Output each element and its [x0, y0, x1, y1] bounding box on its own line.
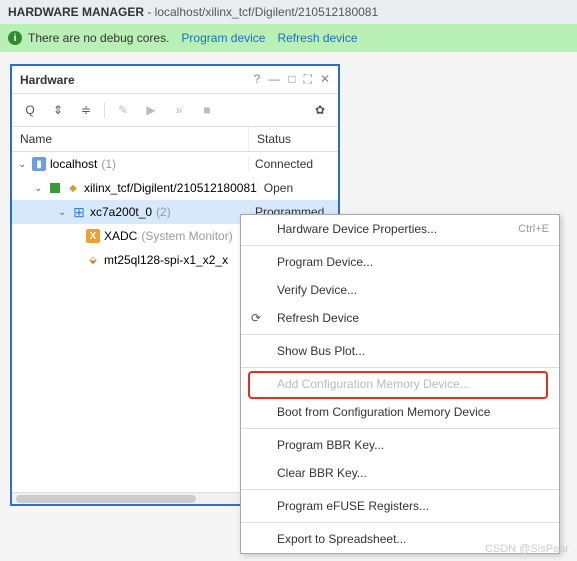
- node-label: XADC: [104, 229, 137, 243]
- info-banner: i There are no debug cores. Program devi…: [0, 24, 577, 52]
- node-hint: (System Monitor): [141, 229, 232, 243]
- edit-button[interactable]: ✎: [111, 99, 135, 121]
- xadc-icon: X: [86, 229, 100, 243]
- scrollbar-thumb[interactable]: [16, 495, 196, 503]
- search-button[interactable]: Q: [18, 99, 42, 121]
- panel-title: Hardware: [20, 73, 75, 87]
- maximize-icon[interactable]: ⛶: [304, 72, 312, 87]
- chip-icon: ⊞: [72, 205, 86, 219]
- board-icon: [48, 181, 62, 195]
- app-header: HARDWARE MANAGER - localhost/xilinx_tcf/…: [0, 0, 577, 24]
- menu-boot-config-memory[interactable]: Boot from Configuration Memory Device: [241, 398, 559, 426]
- status-cell: Open: [257, 181, 338, 195]
- menu-label: Show Bus Plot...: [277, 344, 365, 358]
- panel-titlebar: Hardware ? — □ ⛶ ✕: [12, 66, 338, 94]
- column-status[interactable]: Status: [248, 127, 338, 151]
- menu-separator: [241, 334, 559, 335]
- menu-verify-device[interactable]: Verify Device...: [241, 276, 559, 304]
- menu-label: Clear BBR Key...: [277, 466, 367, 480]
- node-count: (2): [156, 205, 171, 219]
- chevron-down-icon[interactable]: ⌄: [18, 159, 28, 170]
- menu-label: Verify Device...: [277, 283, 357, 297]
- menu-separator: [241, 522, 559, 523]
- node-count: (1): [101, 157, 116, 171]
- chevron-down-icon[interactable]: ⌄: [58, 207, 68, 218]
- collapse-button[interactable]: ⇕: [46, 99, 70, 121]
- server-icon: ▮: [32, 157, 46, 171]
- menu-show-bus-plot[interactable]: Show Bus Plot...: [241, 337, 559, 365]
- step-button[interactable]: »: [167, 99, 191, 121]
- menu-label: Refresh Device: [277, 311, 359, 325]
- info-icon: i: [8, 31, 22, 45]
- node-label: localhost: [50, 157, 97, 171]
- header-path: - localhost/xilinx_tcf/Digilent/21051218…: [144, 5, 378, 19]
- menu-label: Program BBR Key...: [277, 438, 384, 452]
- menu-label: Program Device...: [277, 255, 373, 269]
- status-cell: Connected: [248, 157, 338, 171]
- menu-separator: [241, 245, 559, 246]
- menu-hw-properties[interactable]: Hardware Device Properties... Ctrl+E: [241, 215, 559, 243]
- restore-icon[interactable]: □: [288, 72, 295, 87]
- node-label: xc7a200t_0: [90, 205, 152, 219]
- context-menu: Hardware Device Properties... Ctrl+E Prog…: [240, 214, 560, 554]
- memory-icon: ⬙: [86, 253, 100, 267]
- menu-label: Boot from Configuration Memory Device: [277, 405, 490, 419]
- minimize-icon[interactable]: —: [268, 72, 280, 87]
- menu-clear-bbr[interactable]: Clear BBR Key...: [241, 459, 559, 487]
- column-headers: Name Status: [12, 127, 338, 152]
- menu-label: Program eFUSE Registers...: [277, 499, 429, 513]
- expand-button[interactable]: ≑: [74, 99, 98, 121]
- menu-separator: [241, 428, 559, 429]
- window-controls: ? — □ ⛶ ✕: [254, 72, 330, 87]
- toolbar: Q ⇕ ≑ ✎ ▶ » ■ ✿: [12, 94, 338, 127]
- close-icon[interactable]: ✕: [320, 72, 330, 87]
- menu-program-efuse[interactable]: Program eFUSE Registers...: [241, 492, 559, 520]
- banner-message: There are no debug cores.: [28, 31, 169, 45]
- tree-row-localhost[interactable]: ⌄ ▮ localhost (1) Connected: [12, 152, 338, 176]
- menu-separator: [241, 367, 559, 368]
- menu-program-device[interactable]: Program Device...: [241, 248, 559, 276]
- menu-label: Add Configuration Memory Device...: [277, 377, 470, 391]
- node-label: xilinx_tcf/Digilent/210512180081: [84, 181, 257, 195]
- menu-program-bbr[interactable]: Program BBR Key...: [241, 431, 559, 459]
- run-button[interactable]: ▶: [139, 99, 163, 121]
- stop-button[interactable]: ■: [195, 99, 219, 121]
- refresh-device-link[interactable]: Refresh device: [277, 31, 357, 45]
- separator: [104, 102, 105, 118]
- menu-label: Hardware Device Properties...: [277, 222, 437, 236]
- settings-button[interactable]: ✿: [308, 99, 332, 121]
- menu-shortcut: Ctrl+E: [518, 223, 549, 235]
- program-device-link[interactable]: Program device: [181, 31, 265, 45]
- target-icon: ◆: [66, 181, 80, 195]
- menu-label: Export to Spreadsheet...: [277, 532, 406, 546]
- node-label: mt25ql128-spi-x1_x2_x: [104, 253, 228, 267]
- refresh-icon: ⟳: [251, 311, 267, 325]
- chevron-down-icon[interactable]: ⌄: [34, 183, 44, 194]
- column-name[interactable]: Name: [12, 127, 248, 151]
- watermark: CSDN @SisPear: [485, 543, 569, 555]
- menu-add-config-memory: Add Configuration Memory Device...: [241, 370, 559, 398]
- header-title: HARDWARE MANAGER: [8, 5, 144, 19]
- tree-row-cable[interactable]: ⌄ ◆ xilinx_tcf/Digilent/210512180081 Open: [12, 176, 338, 200]
- menu-separator: [241, 489, 559, 490]
- menu-refresh-device[interactable]: ⟳ Refresh Device: [241, 304, 559, 332]
- help-icon[interactable]: ?: [254, 72, 261, 87]
